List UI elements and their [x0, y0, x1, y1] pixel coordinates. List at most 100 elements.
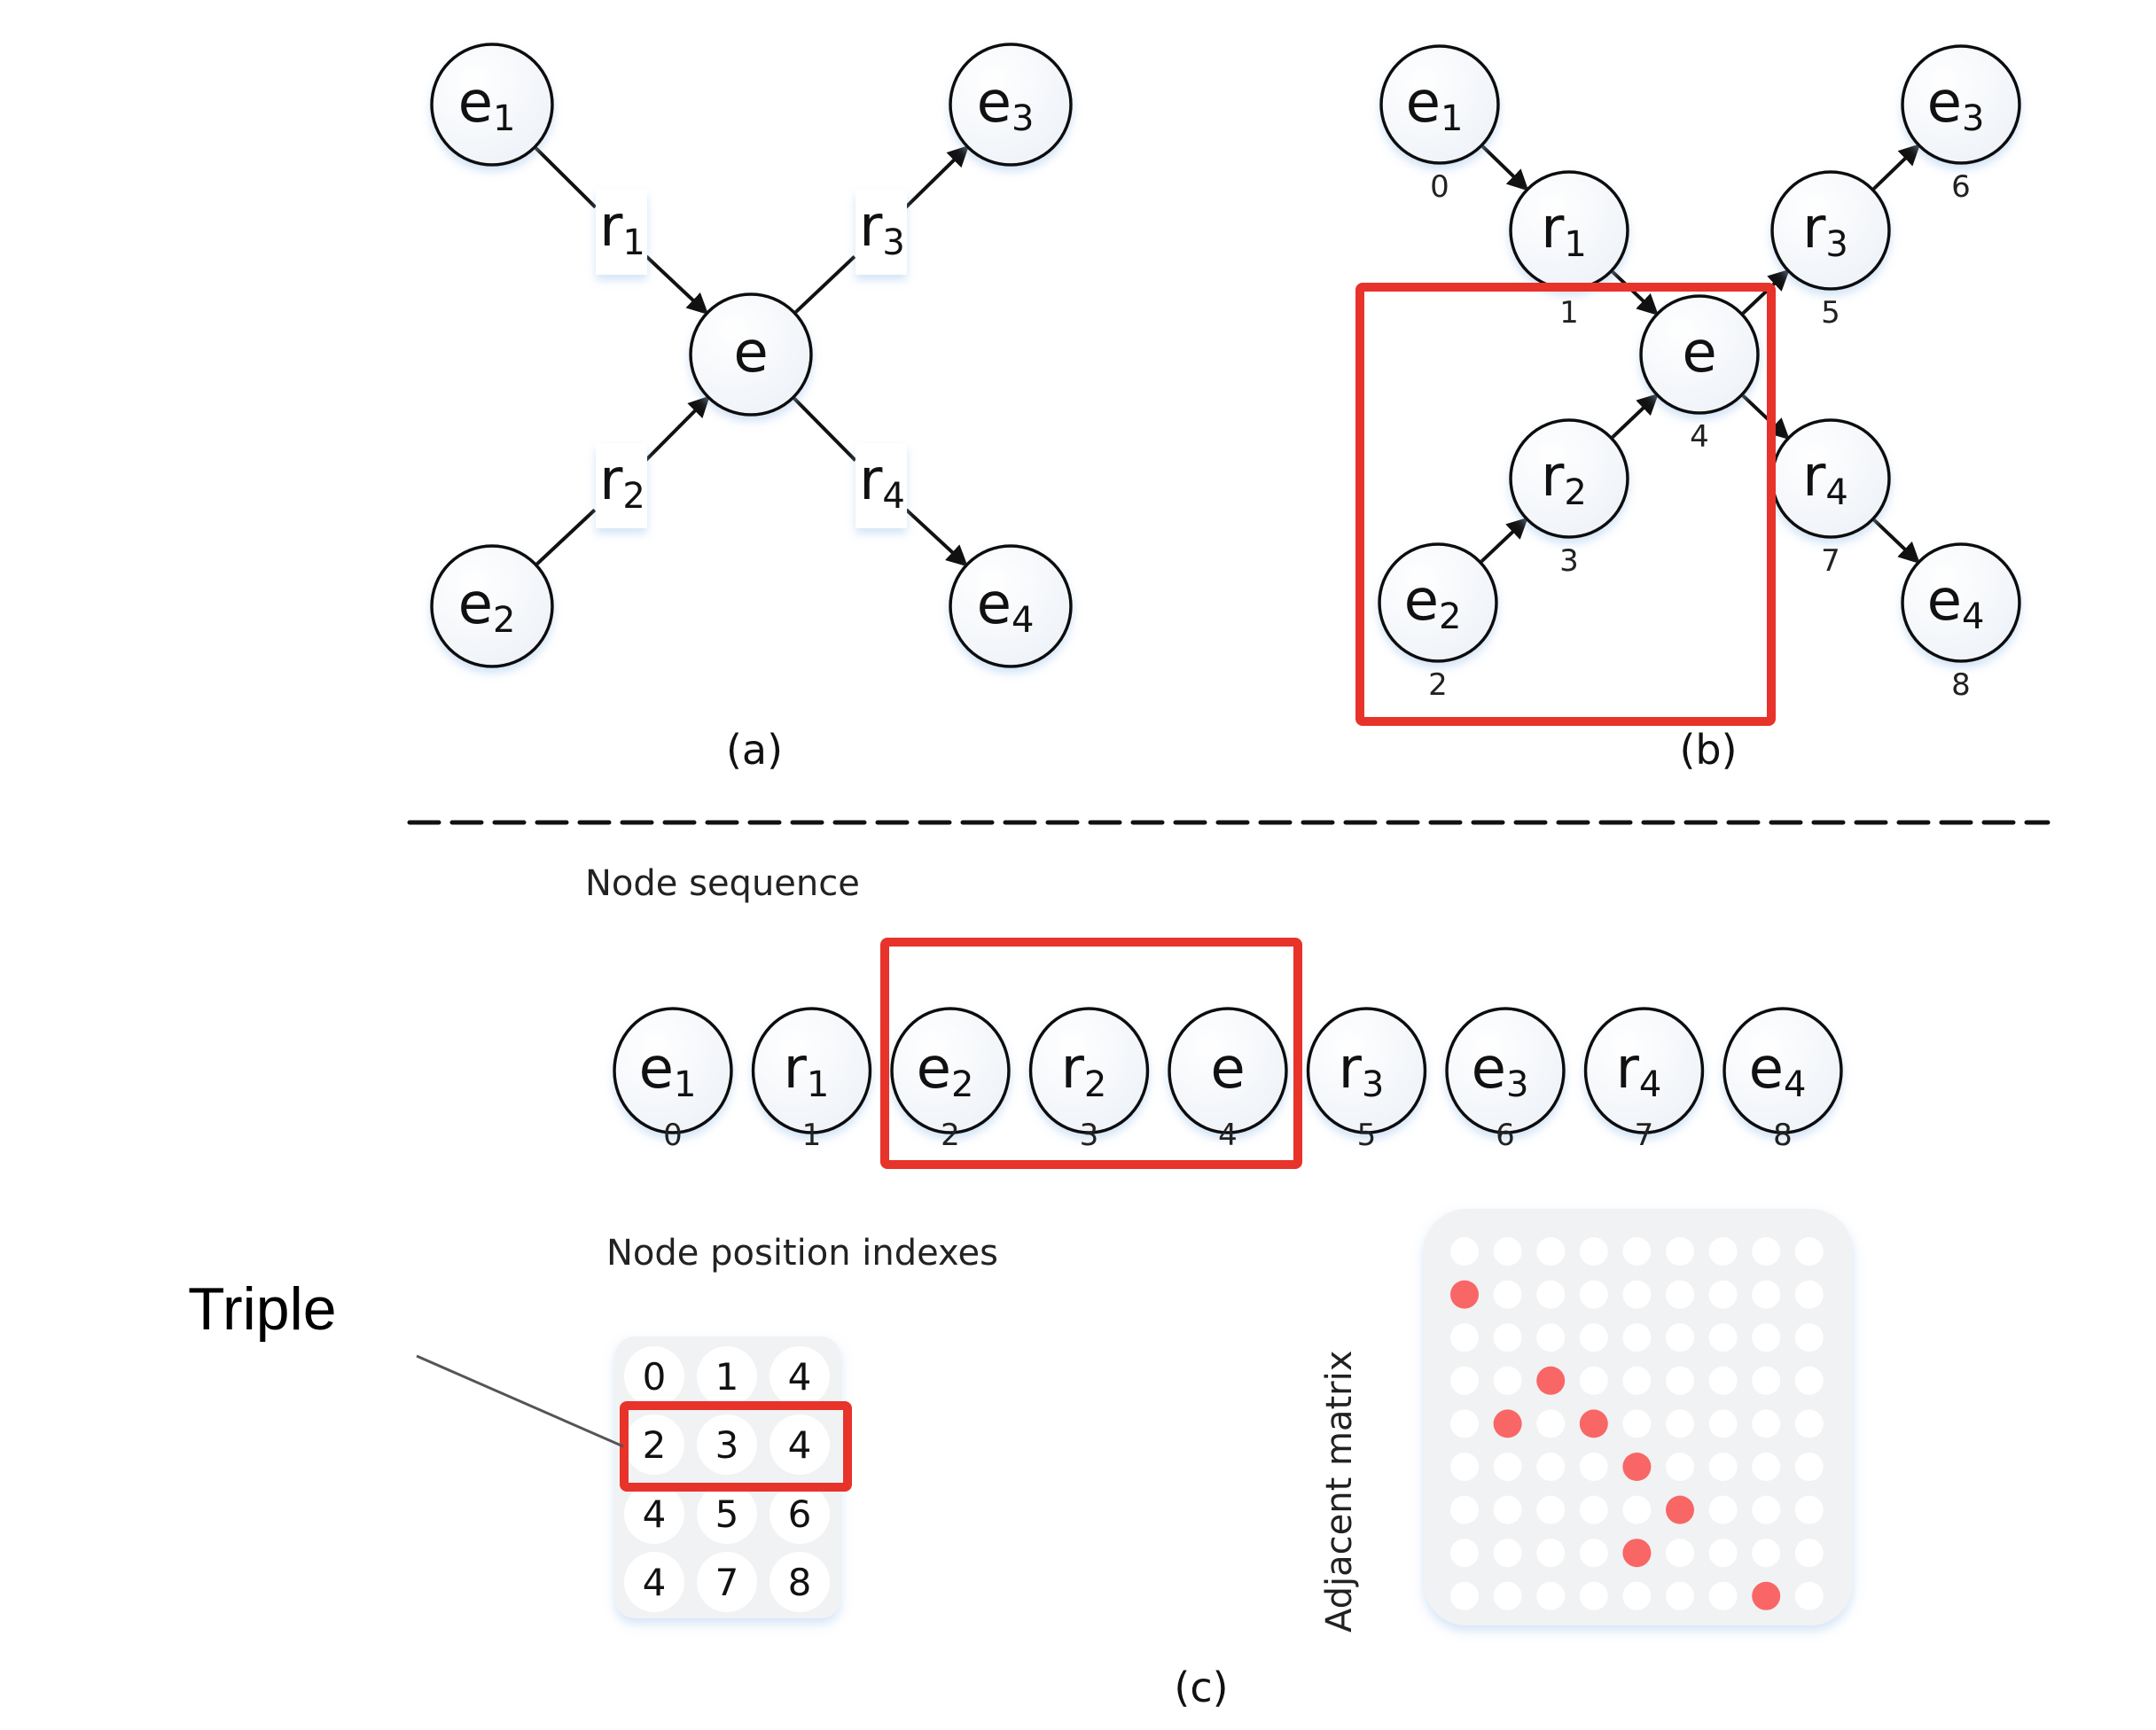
index-cell: 5	[715, 1492, 739, 1536]
matrix-cell-empty	[1536, 1237, 1566, 1266]
matrix-cell-empty	[1536, 1323, 1566, 1352]
matrix-cell-empty	[1450, 1366, 1479, 1395]
graph-a-relation-r4: r4	[855, 443, 907, 528]
index-cell: 8	[788, 1561, 812, 1604]
index-cell: 2	[643, 1423, 667, 1467]
matrix-cell-empty	[1666, 1280, 1694, 1309]
graph-a-node-e4-label-base: e	[977, 572, 1012, 637]
indexes-row: 0 1 4	[624, 1346, 830, 1407]
edge-e-r3	[793, 255, 856, 315]
matrix-cell-empty	[1794, 1366, 1824, 1395]
sequence-node-8: e4	[1722, 1007, 1843, 1134]
matrix-cell-empty	[1450, 1495, 1479, 1524]
matrix-cell-empty	[1493, 1366, 1522, 1395]
sequence-node-index: 0	[663, 1118, 683, 1153]
matrix-cell-empty	[1794, 1237, 1824, 1266]
graph-a-node-e3-label-sub: 3	[1012, 98, 1034, 139]
graph-a-node-e3: e3	[949, 43, 1073, 167]
matrix-cell-edge	[1450, 1280, 1479, 1309]
sequence-node-0-label-base: e	[639, 1036, 674, 1102]
sequence-node-index: 4	[1218, 1118, 1238, 1153]
sequence-node-index: 2	[941, 1118, 960, 1153]
matrix-cell-empty	[1708, 1323, 1738, 1352]
graph-b-node-e3-label-base: e	[1927, 70, 1962, 136]
graph-b-edge-r3-e3	[1871, 144, 1921, 191]
sequence-node-3: r2	[1028, 1007, 1150, 1134]
index-cell: 7	[715, 1561, 739, 1604]
graph-a-relation-r1-label-sub: 1	[622, 222, 644, 263]
matrix-cell-empty	[1708, 1237, 1738, 1266]
matrix-cell-empty	[1622, 1581, 1652, 1610]
matrix-cell-empty	[1493, 1581, 1522, 1610]
graph-a-relation-r2-label-sub: 2	[622, 476, 644, 517]
sequence-node-1-label-sub: 1	[807, 1064, 829, 1105]
sequence-node-1-label-base: r	[784, 1036, 808, 1102]
graph-b-node-index: 2	[1428, 667, 1448, 703]
index-cell: 4	[643, 1492, 667, 1536]
sequence-node-0-label-sub: 1	[674, 1064, 696, 1105]
matrix-cell-empty	[1579, 1495, 1608, 1524]
matrix-cell-empty	[1708, 1495, 1738, 1524]
sequence-node-4: e	[1168, 1007, 1288, 1134]
sequence-node-2-label-sub: 2	[951, 1064, 973, 1105]
graph-b-node-r3-label-base: r	[1802, 196, 1826, 261]
matrix-cell-empty	[1752, 1539, 1781, 1568]
matrix-cell-empty	[1794, 1453, 1824, 1481]
matrix-cell-empty	[1794, 1323, 1824, 1352]
sequence-node-index: 1	[802, 1118, 822, 1153]
graph-b-node-r4-label-sub: 4	[1825, 472, 1847, 513]
matrix-cell-empty	[1752, 1280, 1781, 1309]
matrix-cell-empty	[1493, 1323, 1522, 1352]
caption-c: (c)	[1174, 1664, 1228, 1711]
index-cell: 4	[788, 1355, 812, 1399]
matrix-cell-edge	[1666, 1495, 1694, 1524]
graph-b-node-r2-label-base: r	[1541, 444, 1565, 510]
graph-a-node-e1-label-sub: 1	[493, 98, 515, 139]
graph-a-node-e4: e4	[949, 544, 1073, 668]
matrix-cell-empty	[1708, 1539, 1738, 1568]
graph-a-node-e-label: e	[733, 320, 768, 386]
graph-a: r1r2r3r4ee1e2e3e4	[430, 43, 1073, 668]
indexes-row: 4 5 6	[624, 1484, 830, 1544]
sequence-node-7-label-sub: 4	[1639, 1064, 1661, 1105]
graph-b-node-index: 3	[1559, 543, 1579, 579]
matrix-cell-empty	[1493, 1539, 1522, 1568]
matrix-cell-edge	[1752, 1581, 1781, 1610]
matrix-cell-empty	[1579, 1237, 1608, 1266]
matrix-cell-empty	[1493, 1495, 1522, 1524]
graph-b-node-r1-label-sub: 1	[1564, 224, 1586, 265]
graph-a-node-e3-label-base: e	[977, 70, 1012, 136]
sequence-node-5: r3	[1306, 1007, 1427, 1134]
graph-b-node-index: 0	[1430, 169, 1449, 205]
sequence-node-7: r4	[1583, 1007, 1705, 1134]
matrix-cell-empty	[1536, 1409, 1566, 1438]
matrix-cell-empty	[1622, 1237, 1652, 1266]
graph-b-node-index: 1	[1559, 295, 1579, 331]
graph-b-node-e3: e3	[1901, 44, 2021, 165]
sequence-node-6-label-base: e	[1472, 1036, 1506, 1102]
sequence-node-6: e3	[1445, 1007, 1566, 1134]
graph-a-node-e2-label-sub: 2	[493, 600, 515, 641]
graph-b-node-index: 6	[1951, 169, 1971, 205]
graph-a-relation-r1-label-base: r	[599, 194, 623, 260]
graph-b-node-e4-label-sub: 4	[1962, 596, 1984, 637]
sequence-node-index: 6	[1496, 1118, 1515, 1153]
matrix-cell-empty	[1708, 1409, 1738, 1438]
graph-b-node-r2: r2	[1509, 418, 1629, 539]
graph-a-node-e1: e1	[430, 43, 554, 167]
node-sequence-label: Node sequence	[585, 863, 860, 904]
graph-b-node-e-label-base: e	[1682, 320, 1716, 386]
matrix-cell-empty	[1752, 1237, 1781, 1266]
sequence-node-0: e1	[613, 1007, 733, 1134]
matrix-cell-empty	[1536, 1453, 1566, 1481]
graph-b-node-e-label: e	[1682, 320, 1716, 386]
graph-a-relation-r2-label-base: r	[599, 448, 623, 513]
sequence-node-5-label-base: r	[1339, 1036, 1363, 1102]
matrix-cell-empty	[1794, 1581, 1824, 1610]
sequence-node-index: 5	[1357, 1118, 1377, 1153]
graph-a-node-e4-label-sub: 4	[1012, 600, 1034, 641]
matrix-cell-empty	[1450, 1453, 1479, 1481]
index-cell: 4	[788, 1423, 812, 1467]
matrix-cell-empty	[1794, 1539, 1824, 1568]
edge-e1-r1	[533, 145, 598, 209]
